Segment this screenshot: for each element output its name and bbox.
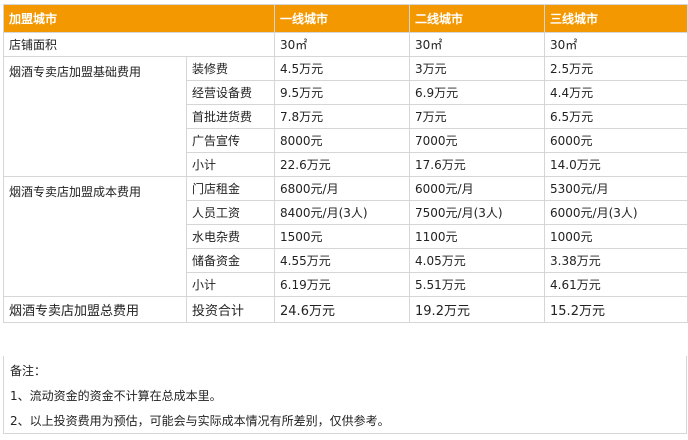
item-label: 人员工资: [185, 200, 276, 225]
cell-tier2: 5.51万元: [409, 272, 546, 297]
notes-title: 备注：: [10, 364, 47, 378]
item-label: 小计: [185, 272, 276, 297]
cell-tier3: 4.61万元: [544, 272, 688, 297]
cell-tier3: 6000元/月(3人): [544, 200, 688, 225]
cell-tier1: 4.5万元: [274, 56, 411, 81]
cell-tier2: 4.05万元: [409, 248, 546, 273]
item-label: 储备资金: [185, 248, 276, 273]
cell-tier3: 1000元: [544, 224, 688, 249]
cell-tier1: 6800元/月: [274, 176, 411, 201]
header-tier2: 二线城市: [409, 4, 546, 33]
cell-tier1: 24.6万元: [274, 296, 411, 323]
cell-tier2: 7000元: [409, 128, 546, 153]
cell-tier3: 5300元/月: [544, 176, 688, 201]
group-label-total: 烟酒专卖店加盟总费用: [3, 296, 187, 323]
item-label: 经营设备费: [185, 80, 276, 105]
item-label: 广告宣传: [185, 128, 276, 153]
cell-tier1: 9.5万元: [274, 80, 411, 105]
item-label: 投资合计: [185, 296, 276, 323]
table-row: 店铺面积 30㎡ 30㎡ 30㎡: [2, 32, 688, 57]
cell-tier1: 4.55万元: [274, 248, 411, 273]
cell-tier2: 6000元/月: [409, 176, 546, 201]
cell-tier2: 17.6万元: [409, 152, 546, 177]
group-label-basic: 烟酒专卖店加盟基础费用: [3, 56, 187, 177]
cell-tier2: 7500元/月(3人): [409, 200, 546, 225]
cell-tier3: 30㎡: [544, 32, 688, 57]
item-label: 门店租金: [185, 176, 276, 201]
note-line: 1、流动资金的资金不计算在总成本里。: [10, 389, 222, 403]
cell-tier2: 30㎡: [409, 32, 546, 57]
header-tier1: 一线城市: [274, 4, 411, 33]
cell-tier2: 6.9万元: [409, 80, 546, 105]
cell-tier3: 6000元: [544, 128, 688, 153]
cell-tier1: 22.6万元: [274, 152, 411, 177]
cell-tier3: 3.38万元: [544, 248, 688, 273]
item-label: 装修费: [185, 56, 276, 81]
table-row: 烟酒专卖店加盟基础费用 装修费 4.5万元 3万元 2.5万元: [3, 56, 688, 177]
note-line: 2、以上投资费用为预估，可能会与实际成本情况有所差别，仅供参考。: [10, 414, 390, 428]
header-city: 加盟城市: [2, 4, 276, 33]
cell-tier1: 8400元/月(3人): [274, 200, 411, 225]
cell-tier2: 1100元: [409, 224, 546, 249]
cell-tier1: 1500元: [274, 224, 411, 249]
cell-tier3: 4.4万元: [544, 80, 688, 105]
cell-tier3: 14.0万元: [544, 152, 688, 177]
notes-box: 备注： 1、流动资金的资金不计算在总成本里。 2、以上投资费用为预估，可能会与实…: [3, 356, 687, 434]
table-header-row: 加盟城市 一线城市 二线城市 三线城市: [2, 4, 688, 33]
item-label: 小计: [185, 152, 276, 177]
franchise-fee-table: 加盟城市 一线城市 二线城市 三线城市 店铺面积 30㎡ 30㎡ 30㎡ 烟酒专…: [2, 4, 688, 323]
cell-tier3: 15.2万元: [544, 296, 688, 323]
cell-tier2: 19.2万元: [409, 296, 546, 323]
cell-tier1: 30㎡: [274, 32, 411, 57]
cell-tier1: 8000元: [274, 128, 411, 153]
table-row: 烟酒专卖店加盟成本费用 门店租金 6800元/月 6000元/月 5300元/月: [3, 176, 688, 297]
cell-tier3: 6.5万元: [544, 104, 688, 129]
table-row-total: 烟酒专卖店加盟总费用 投资合计 24.6万元 19.2万元 15.2万元: [3, 296, 688, 323]
page: 加盟城市 一线城市 二线城市 三线城市 店铺面积 30㎡ 30㎡ 30㎡ 烟酒专…: [0, 0, 688, 440]
cell-tier2: 3万元: [409, 56, 546, 81]
cell-tier2: 7万元: [409, 104, 546, 129]
item-label: 水电杂费: [185, 224, 276, 249]
header-tier3: 三线城市: [544, 4, 688, 33]
group-label-cost: 烟酒专卖店加盟成本费用: [3, 176, 187, 297]
cell-tier1: 7.8万元: [274, 104, 411, 129]
row-label: 店铺面积: [2, 32, 276, 57]
item-label: 首批进货费: [185, 104, 276, 129]
cell-tier1: 6.19万元: [274, 272, 411, 297]
cell-tier3: 2.5万元: [544, 56, 688, 81]
